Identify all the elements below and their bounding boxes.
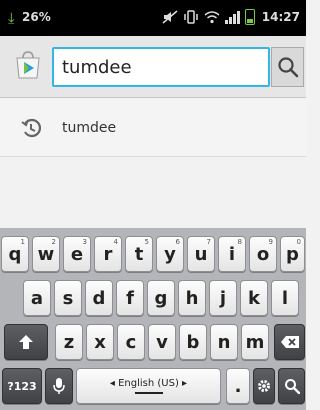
battery-icon (244, 9, 255, 25)
key-u[interactable]: 7u (187, 236, 215, 272)
period-key[interactable]: . (226, 368, 250, 404)
settings-key[interactable] (253, 368, 275, 404)
key-f[interactable]: f (116, 280, 144, 316)
search-key[interactable] (278, 368, 305, 404)
key-s[interactable]: s (54, 280, 82, 316)
backspace-icon (280, 336, 299, 348)
space-indicator (134, 392, 163, 394)
language-label: ◂ English (US) ▸ (109, 378, 188, 389)
key-d[interactable]: d (85, 280, 113, 316)
key-e[interactable]: 3e (63, 236, 91, 272)
search-bar (0, 36, 306, 98)
screen: ⤓ 26% 14:27 tumdee tumdee 1 q 2 w 3 e 4 … (0, 0, 306, 410)
soft-keyboard: 1q 2w 3e 4r 5t 6y 7u 8i 9o 0p a s d f g … (0, 228, 306, 410)
key-m[interactable]: m (241, 324, 269, 360)
symbols-key[interactable]: ?123 (2, 368, 42, 404)
key-g[interactable]: g (147, 280, 175, 316)
microphone-icon (53, 378, 65, 394)
magnifier-icon (277, 57, 298, 78)
key-v[interactable]: v (148, 324, 176, 360)
signal-icon (224, 10, 240, 24)
key-y[interactable]: 6y (156, 236, 184, 272)
key-r[interactable]: 4r (94, 236, 122, 272)
key-p[interactable]: 0p (280, 236, 305, 272)
key-x[interactable]: x (86, 324, 114, 360)
download-icon: ⤓ (8, 9, 15, 27)
space-bar[interactable]: ◂ English (US) ▸ (76, 368, 221, 404)
suggestion-item[interactable]: tumdee (0, 99, 306, 157)
key-l[interactable]: l (271, 280, 299, 316)
clock: 14:27 (261, 10, 300, 24)
key-q[interactable]: 1q (1, 236, 29, 272)
shift-arrow-icon (19, 335, 33, 349)
play-store-icon[interactable] (14, 50, 42, 80)
battery-percent: 26% (22, 10, 51, 24)
key-w[interactable]: 2w (32, 236, 60, 272)
suggestion-label: tumdee (62, 119, 117, 136)
key-o[interactable]: 9o (249, 236, 277, 272)
key-t[interactable]: 5t (125, 236, 153, 272)
status-bar: ⤓ 26% 14:27 (0, 0, 306, 36)
key-z[interactable]: z (55, 324, 83, 360)
key-h[interactable]: h (178, 280, 206, 316)
key-b[interactable]: b (179, 324, 207, 360)
key-n[interactable]: n (210, 324, 238, 360)
key-c[interactable]: c (117, 324, 145, 360)
history-icon (21, 118, 42, 137)
search-input[interactable] (52, 47, 270, 87)
mute-icon (162, 10, 178, 24)
vibrate-icon (184, 10, 198, 24)
voice-input-key[interactable] (45, 368, 73, 404)
empty-area (0, 158, 306, 228)
backspace-key[interactable] (274, 324, 305, 360)
wifi-icon (204, 11, 220, 24)
key-a[interactable]: a (23, 280, 51, 316)
key-i[interactable]: 8i (218, 236, 246, 272)
gear-icon (258, 380, 270, 392)
search-icon (284, 379, 300, 394)
status-icons: 14:27 (162, 9, 300, 25)
search-button[interactable] (271, 47, 304, 87)
key-j[interactable]: j (209, 280, 237, 316)
shift-key[interactable] (4, 324, 48, 360)
key-k[interactable]: k (240, 280, 268, 316)
